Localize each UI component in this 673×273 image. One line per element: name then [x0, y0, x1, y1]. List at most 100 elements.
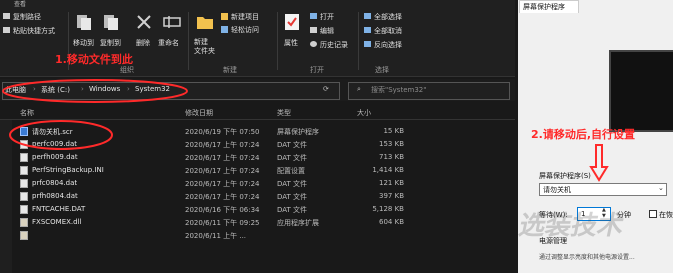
open-icon — [310, 13, 317, 19]
dll-file-icon — [20, 218, 28, 227]
file-type: DAT 文件 — [277, 141, 308, 149]
open-button[interactable]: 打开 — [320, 12, 334, 22]
column-header-name[interactable]: 名称 — [20, 108, 34, 118]
easy-access-button[interactable]: 轻松访问 — [231, 25, 259, 35]
invert-selection-button[interactable]: 反向选择 — [374, 40, 402, 50]
settings-file-icon — [20, 166, 28, 175]
file-row[interactable]: prfc0804.dat 2020/6/17 上午 07:24 DAT 文件 1… — [0, 177, 515, 190]
file-size: 713 KB — [379, 153, 404, 161]
file-row[interactable]: prfh0804.dat 2020/6/17 上午 07:24 DAT 文件 3… — [0, 190, 515, 203]
edit-button[interactable]: 编辑 — [320, 26, 334, 36]
document-file-icon — [20, 153, 28, 162]
move-to-button[interactable]: 移动到 — [73, 38, 94, 48]
document-file-icon — [20, 205, 28, 214]
group-label-open: 打开 — [310, 66, 324, 74]
screensaver-group-label: 屏幕保护程序(S) — [539, 172, 591, 180]
column-header-type[interactable]: 类型 — [277, 108, 291, 118]
refresh-icon[interactable]: ⟳ — [323, 85, 329, 93]
paste-shortcut-icon — [3, 27, 10, 33]
copy-path-button[interactable]: 复制路径 — [13, 12, 41, 22]
file-size: 5,128 KB — [372, 205, 404, 213]
screensaver-preview — [609, 50, 673, 132]
file-row[interactable]: FXSCOMEX.dll 2020/6/11 下午 09:25 应用程序扩展 6… — [0, 216, 515, 229]
group-label-select: 选择 — [375, 66, 389, 74]
file-size: 121 KB — [379, 179, 404, 187]
file-date: 2020/6/19 下午 07:50 — [185, 128, 260, 136]
delete-button[interactable]: 删除 — [136, 38, 150, 48]
annotation-ellipse-file — [9, 120, 113, 150]
paste-shortcut-button[interactable]: 粘贴快捷方式 — [13, 26, 55, 36]
file-row[interactable]: perfh009.dat 2020/6/17 上午 07:24 DAT 文件 7… — [0, 151, 515, 164]
new-folder-button[interactable]: 新建 文件夹 — [194, 38, 215, 56]
select-none-button[interactable]: 全部取消 — [374, 26, 402, 36]
file-name: prfc0804.dat — [32, 179, 78, 187]
search-placeholder: 搜索"System32" — [371, 86, 427, 94]
file-date: 2020/6/11 下午 09:25 — [185, 219, 260, 227]
column-header-size[interactable]: 大小 — [357, 108, 371, 118]
file-name: perfh009.dat — [32, 153, 78, 161]
rename-button[interactable]: 重命名 — [158, 38, 179, 48]
file-date: 2020/6/17 上午 07:24 — [185, 180, 260, 188]
file-name: FNTCACHE.DAT — [32, 205, 86, 213]
file-date: 2020/6/11 上午 ... — [185, 232, 247, 240]
file-type: 应用程序扩展 — [277, 219, 319, 227]
screensaver-select[interactable]: 请勿关机 ⌄ — [539, 183, 667, 196]
ribbon-separator — [277, 12, 278, 70]
file-date: 2020/6/17 上午 07:24 — [185, 154, 260, 162]
file-row[interactable]: FNTCACHE.DAT 2020/6/16 下午 06:34 DAT 文件 5… — [0, 203, 515, 216]
resume-checkbox[interactable] — [649, 210, 657, 218]
power-management-description: 通过调整显示亮度和其他电源设置... — [539, 254, 635, 261]
chevron-down-icon: ⌄ — [658, 184, 664, 192]
file-type: DAT 文件 — [277, 180, 308, 188]
arrow-down-icon — [589, 144, 609, 182]
file-date: 2020/6/17 上午 07:24 — [185, 141, 260, 149]
file-type: 配置设置 — [277, 167, 305, 175]
properties-button[interactable]: 属性 — [284, 38, 298, 48]
file-name: PerfStringBackup.INI — [32, 166, 104, 174]
file-date: 2020/6/17 上午 07:24 — [185, 167, 260, 175]
tab-screensaver[interactable]: 屏幕保护程序 — [519, 0, 579, 13]
file-date: 2020/6/17 上午 07:24 — [185, 193, 260, 201]
properties-icon — [285, 14, 299, 30]
invert-selection-icon — [364, 41, 371, 47]
document-file-icon — [20, 179, 28, 188]
annotation-step1: 1.移动文件到此 — [55, 53, 133, 66]
select-all-button[interactable]: 全部选择 — [374, 12, 402, 22]
file-name: FXSCOMEX.dll — [32, 218, 82, 226]
file-size: 397 KB — [379, 192, 404, 200]
copy-path-icon — [3, 13, 10, 19]
ribbon-separator — [188, 12, 189, 70]
ribbon-separator — [358, 12, 359, 70]
tab-screensaver-label: 屏幕保护程序 — [523, 3, 565, 11]
screensaver-select-value: 请勿关机 — [543, 186, 571, 194]
file-size: 153 KB — [379, 140, 404, 148]
select-all-icon — [364, 13, 371, 19]
watermark-text: 选装技术 — [516, 211, 627, 241]
new-item-icon — [221, 13, 228, 20]
column-header-date[interactable]: 修改日期 — [185, 108, 213, 118]
document-file-icon — [20, 192, 28, 201]
window-title: 查看 — [14, 1, 27, 8]
search-icon: ⌕ — [357, 85, 361, 93]
annotation-ellipse-address — [2, 79, 188, 103]
new-item-button[interactable]: 新建项目 — [231, 12, 259, 22]
search-box[interactable]: ⌕ 搜索"System32" — [348, 82, 510, 100]
file-type: DAT 文件 — [277, 206, 308, 214]
copy-to-button[interactable]: 复制到 — [100, 38, 121, 48]
copy-to-icon — [104, 15, 118, 30]
file-type: DAT 文件 — [277, 154, 308, 162]
easy-access-icon — [221, 26, 228, 33]
file-explorer-window: 查看 复制路径 粘贴快捷方式 移动到 复制到 删除 重命名 新建 文件夹 新建项… — [0, 0, 515, 273]
file-row[interactable]: 2020/6/11 上午 ... — [0, 229, 515, 242]
group-label-new: 新建 — [223, 66, 237, 74]
file-row[interactable]: PerfStringBackup.INI 2020/6/17 上午 07:24 … — [0, 164, 515, 177]
file-size: 1,414 KB — [372, 166, 404, 174]
file-date: 2020/6/16 下午 06:34 — [185, 206, 260, 214]
title-bar: 查看 — [0, 0, 515, 8]
history-button[interactable]: 历史记录 — [320, 40, 348, 50]
file-size: 604 KB — [379, 218, 404, 226]
history-icon — [310, 41, 317, 47]
file-type: 屏幕保护程序 — [277, 128, 319, 136]
file-size: 15 KB — [383, 127, 404, 135]
resume-label: 在恢 — [659, 211, 673, 219]
